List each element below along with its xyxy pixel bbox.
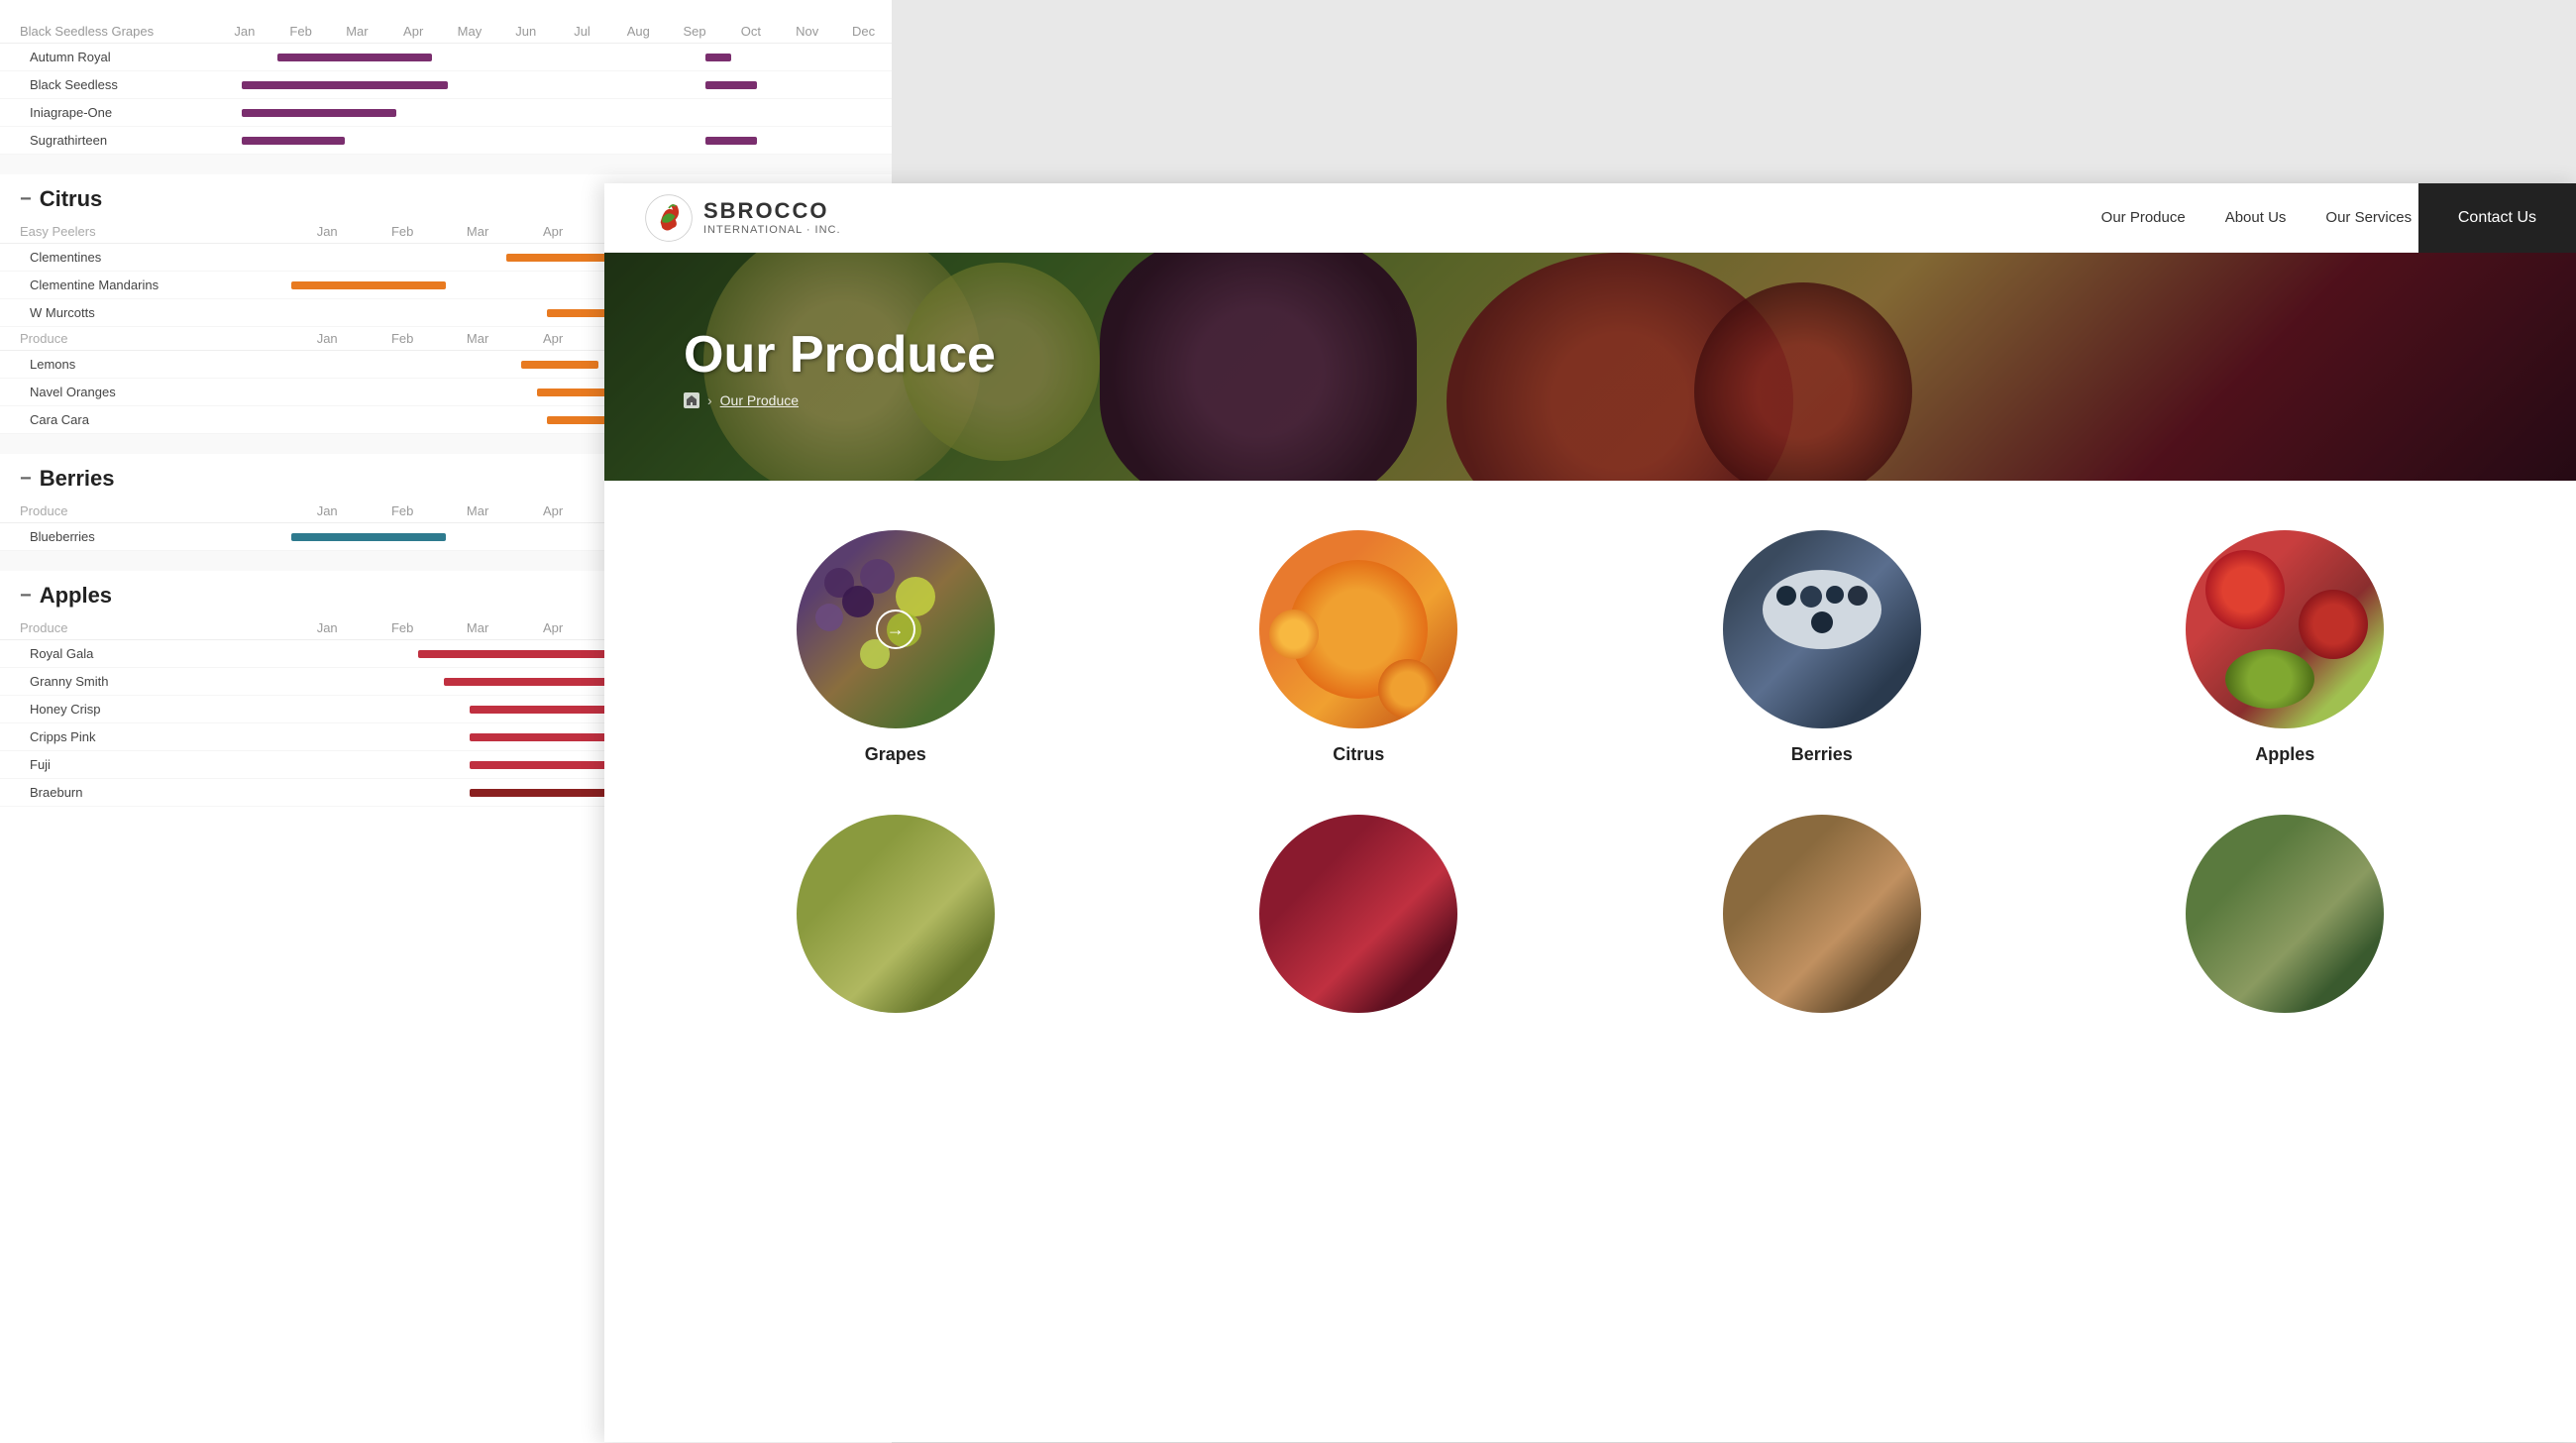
row-label: Honey Crisp (0, 696, 289, 723)
month-jan: Jan (216, 20, 272, 44)
breadcrumb-separator: › (707, 392, 712, 408)
collapse-icon[interactable]: − (20, 188, 32, 211)
easy-peelers-header: Easy Peelers (0, 220, 289, 244)
contact-button[interactable]: Contact Us (2418, 183, 2576, 253)
stone-circle (1723, 815, 1921, 1013)
section-divider (0, 155, 892, 174)
produce-header: Produce (0, 500, 289, 523)
table-row: Autumn Royal (0, 44, 892, 71)
table-row: Black Seedless (0, 71, 892, 99)
row-label: Cara Cara (0, 406, 289, 434)
row-label: Clementines (0, 244, 289, 272)
month-jun: Jun (497, 20, 554, 44)
pears-circle (797, 815, 995, 1013)
table-row: Iniagrape-One (0, 99, 892, 127)
nav-our-services[interactable]: Our Services (2325, 209, 2412, 226)
section-title: Berries (40, 466, 115, 492)
logo-text: SBROCCO INTERNATIONAL · INC. (703, 199, 841, 235)
hero-banner: Our Produce › Our Produce (604, 253, 2576, 481)
row-label: Sugrathirteen (0, 127, 216, 155)
fruit-item-stone[interactable] (1610, 815, 2034, 1013)
month-sep: Sep (667, 20, 723, 44)
section-title: Apples (40, 583, 112, 609)
produce-header: Produce (0, 327, 289, 351)
fruit-item-grapes[interactable]: → Grapes (684, 530, 1108, 765)
row-label: Navel Oranges (0, 379, 289, 406)
row-label: Granny Smith (0, 668, 289, 696)
table-row: Sugrathirteen (0, 127, 892, 155)
grapes-section: Black Seedless Grapes Jan Feb Mar Apr Ma… (0, 20, 892, 155)
produce-header: Produce (0, 616, 289, 640)
collapse-icon[interactable]: − (20, 585, 32, 608)
row-label: Braeburn (0, 779, 289, 807)
month-jul: Jul (554, 20, 610, 44)
row-label: Black Seedless (0, 71, 216, 99)
kiwi-circle (2186, 815, 2384, 1013)
breadcrumb-current[interactable]: Our Produce (720, 392, 799, 408)
month-may: May (442, 20, 498, 44)
logo: SBROCCO INTERNATIONAL · INC. (644, 193, 841, 243)
brand-sub: INTERNATIONAL · INC. (703, 224, 841, 236)
month-oct: Oct (722, 20, 779, 44)
section-title: Citrus (40, 186, 103, 212)
fruit-grid-row1: → Grapes Citrus (684, 530, 2497, 765)
nav-our-produce[interactable]: Our Produce (2101, 209, 2186, 226)
grapes-label: Grapes (865, 744, 926, 765)
month-aug: Aug (610, 20, 667, 44)
month-dec: Dec (835, 20, 892, 44)
grapes-overlay: → (797, 530, 995, 728)
brand-name: SBROCCO (703, 199, 841, 223)
row-label: Lemons (0, 351, 289, 379)
navbar: SBROCCO INTERNATIONAL · INC. Our Produce… (604, 183, 2576, 253)
month-apr: Apr (385, 20, 442, 44)
apples-circle (2186, 530, 2384, 728)
hero-title: Our Produce (684, 325, 996, 385)
collapse-icon[interactable]: − (20, 468, 32, 491)
cherries-circle (1259, 815, 1457, 1013)
citrus-label: Citrus (1333, 744, 1384, 765)
row-label: Autumn Royal (0, 44, 216, 71)
fruit-item-citrus[interactable]: Citrus (1147, 530, 1571, 765)
logo-icon (644, 193, 694, 243)
row-label: Blueberries (0, 523, 289, 551)
fruit-item-berries[interactable]: Berries (1610, 530, 2034, 765)
grapes-section-header: Black Seedless Grapes (0, 20, 216, 44)
row-label: Fuji (0, 751, 289, 779)
apples-label: Apples (2255, 744, 2314, 765)
month-mar: Mar (329, 20, 385, 44)
row-label: Iniagrape-One (0, 99, 216, 127)
nav-about-us[interactable]: About Us (2225, 209, 2287, 226)
fruit-item-pears[interactable] (684, 815, 1108, 1013)
home-svg (686, 394, 698, 406)
grapes-arrow: → (876, 610, 915, 649)
row-label: Royal Gala (0, 640, 289, 668)
month-feb: Feb (272, 20, 329, 44)
fruit-item-kiwi[interactable] (2074, 815, 2498, 1013)
berries-label: Berries (1791, 744, 1853, 765)
row-label: W Murcotts (0, 299, 289, 327)
website-panel: SBROCCO INTERNATIONAL · INC. Our Produce… (604, 183, 2576, 1442)
month-nov: Nov (779, 20, 835, 44)
fruit-item-apples[interactable]: Apples (2074, 530, 2498, 765)
produce-grid-row2 (604, 815, 2576, 1062)
grapes-circle: → (797, 530, 995, 728)
produce-grid: → Grapes Citrus (604, 481, 2576, 815)
citrus-circle (1259, 530, 1457, 728)
row-label: Cripps Pink (0, 723, 289, 751)
berries-circle (1723, 530, 1921, 728)
row-label: Clementine Mandarins (0, 272, 289, 299)
hero-content: Our Produce › Our Produce (684, 325, 996, 408)
breadcrumb: › Our Produce (684, 392, 996, 408)
fruit-item-cherries[interactable] (1147, 815, 1571, 1013)
home-icon[interactable] (684, 392, 699, 408)
